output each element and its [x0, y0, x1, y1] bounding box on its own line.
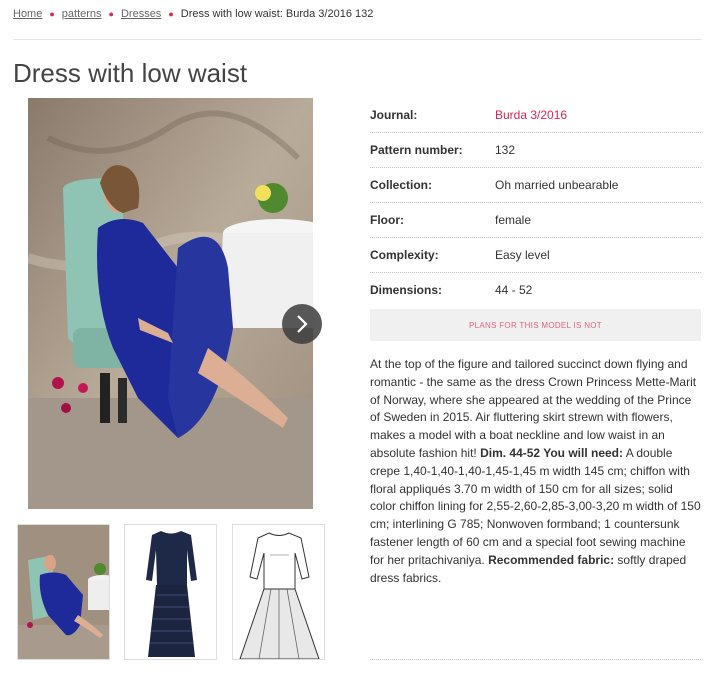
plans-notice: PLANS FOR THIS MODEL IS NOT [370, 309, 701, 341]
description-text: At the top of the figure and tailored su… [370, 357, 697, 460]
breadcrumb-separator: ● [108, 9, 114, 19]
thumbnail-photo[interactable] [17, 524, 110, 660]
breadcrumb-separator: ● [168, 9, 174, 19]
divider [370, 659, 701, 660]
breadcrumb-dresses-link[interactable]: Dresses [121, 8, 161, 20]
pattern-specs: Journal: Burda 3/2016 Pattern number: 13… [370, 98, 701, 341]
next-image-button[interactable] [282, 304, 322, 344]
breadcrumb-home-link[interactable]: Home [13, 8, 42, 20]
chevron-right-icon [297, 315, 308, 333]
spec-row-collection: Collection: Oh married unbearable [370, 168, 701, 203]
thumbnail-technical-drawing[interactable] [232, 524, 325, 660]
spec-label: Complexity: [370, 248, 439, 262]
breadcrumb-patterns-link[interactable]: patterns [62, 8, 102, 20]
breadcrumb-current: Dress with low waist: Burda 3/2016 132 [180, 8, 374, 20]
materials-text: A double crepe 1,40-1,40-1,40-1,45-1,45 … [370, 445, 701, 567]
thumbnail-drawing-image [233, 525, 324, 659]
spec-label: Floor: [370, 213, 404, 227]
dimensions-label: Dim. 44-52 [480, 445, 541, 460]
thumbnail-dress-image [125, 525, 216, 659]
main-product-photo[interactable] [28, 98, 313, 509]
spec-value: Easy level [495, 248, 550, 262]
breadcrumb-separator: ● [49, 9, 55, 19]
spec-value: 132 [495, 143, 516, 157]
spec-row-pattern-number: Pattern number: 132 [370, 133, 701, 168]
spec-row-complexity: Complexity: Easy level [370, 238, 701, 273]
recommended-fabric-label: Recommended fabric: [488, 552, 615, 567]
spec-label: Dimensions: [370, 283, 443, 297]
spec-row-dimensions: Dimensions: 44 - 52 [370, 273, 701, 307]
page-title: Dress with low waist [13, 58, 248, 88]
spec-value: Oh married unbearable [495, 178, 619, 192]
spec-label: Journal: [370, 108, 418, 122]
thumbnail-dress-front[interactable] [124, 524, 217, 660]
spec-label: Collection: [370, 178, 432, 192]
materials-label: You will need: [540, 445, 624, 460]
journal-link[interactable]: Burda 3/2016 [495, 108, 567, 122]
spec-row-journal: Journal: Burda 3/2016 [370, 98, 701, 133]
spec-value: female [495, 213, 532, 227]
thumbnail-photo-image [18, 525, 109, 659]
spec-value: 44 - 52 [495, 283, 533, 297]
photo-illustration [28, 98, 313, 509]
breadcrumb: Home ● patterns ● Dresses ● Dress with l… [13, 8, 373, 20]
spec-row-floor: Floor: female [370, 203, 701, 238]
divider [13, 39, 702, 40]
spec-label: Pattern number: [370, 143, 463, 157]
pattern-description: At the top of the figure and tailored su… [370, 356, 701, 587]
